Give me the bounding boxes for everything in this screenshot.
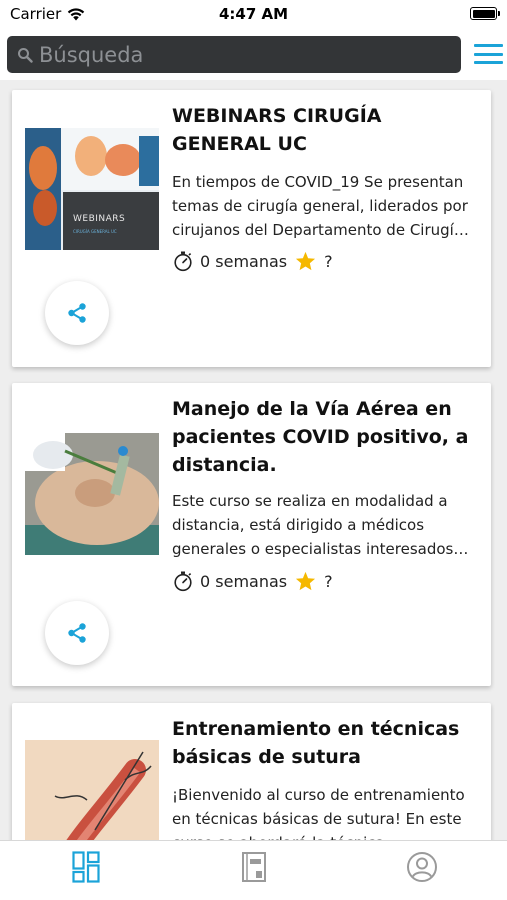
thumbnail-sublabel: CIRUGÍA GENERAL UC [73, 229, 117, 234]
course-duration: 0 semanas [200, 571, 288, 591]
share-icon [68, 623, 86, 643]
search-placeholder: Búsqueda [39, 42, 144, 67]
course-list: WEBINARS CIRUGÍA GENERAL UC WEBINARS CIR… [0, 80, 507, 840]
carrier-group: Carrier [10, 5, 85, 23]
course-description-text: En tiempos de COVID_19 Se presentan tema… [172, 173, 468, 239]
star-icon [296, 571, 316, 591]
course-description: En tiempos de COVID_19 Se presentan tema… [172, 170, 472, 242]
course-title[interactable]: WEBINARS CIRUGÍA GENERAL UC [172, 102, 477, 158]
book-icon [242, 852, 266, 882]
course-card[interactable]: WEBINARS CIRUGÍA GENERAL UC WEBINARS CIR… [12, 90, 491, 367]
share-button[interactable] [45, 601, 109, 665]
course-card[interactable]: Manejo de la Vía Aérea en pacientes COVI… [12, 383, 491, 686]
course-title[interactable]: Manejo de la Vía Aérea en pacientes COVI… [172, 395, 477, 479]
course-rating: ? [324, 571, 333, 591]
search-icon [18, 47, 33, 63]
course-thumbnail: WEBINARS CIRUGÍA GENERAL UC [25, 128, 159, 250]
course-description: ¡Bienvenido al curso de entrenamiento en… [172, 783, 472, 840]
tab-bar [0, 840, 507, 900]
hamburger-menu-icon[interactable] [474, 42, 503, 66]
stopwatch-icon [174, 571, 192, 592]
course-duration: 0 semanas [200, 251, 288, 271]
thumbnail-label: WEBINARS [73, 214, 126, 224]
course-meta: 0 semanas ? [172, 570, 333, 592]
course-description: Este curso se realiza en modalidad a dis… [172, 489, 472, 561]
profile-icon [407, 852, 437, 882]
course-thumbnail [25, 433, 159, 555]
tab-profile[interactable] [402, 847, 442, 887]
course-rating: ? [324, 251, 333, 271]
carrier-label: Carrier [10, 5, 62, 23]
status-bar: Carrier 4:47 AM [0, 0, 507, 28]
tab-dashboard[interactable] [66, 847, 106, 887]
course-thumbnail [25, 740, 159, 840]
search-input[interactable]: Búsqueda [7, 36, 461, 73]
course-card[interactable]: Entrenamiento en técnicas básicas de sut… [12, 703, 491, 840]
stopwatch-icon [174, 251, 192, 272]
course-meta: 0 semanas ? [172, 250, 333, 272]
course-description-text: Este curso se realiza en modalidad a dis… [172, 492, 454, 558]
dashboard-icon [72, 851, 100, 883]
star-icon [296, 251, 316, 271]
share-icon [68, 303, 86, 323]
battery-icon [470, 7, 500, 20]
tab-courses[interactable] [234, 847, 274, 887]
share-button[interactable] [45, 281, 109, 345]
wifi-icon [68, 7, 85, 20]
search-header: Búsqueda [0, 28, 507, 80]
course-title[interactable]: Entrenamiento en técnicas básicas de sut… [172, 715, 477, 771]
course-description-text: ¡Bienvenido al curso de entrenamiento en… [172, 786, 465, 840]
